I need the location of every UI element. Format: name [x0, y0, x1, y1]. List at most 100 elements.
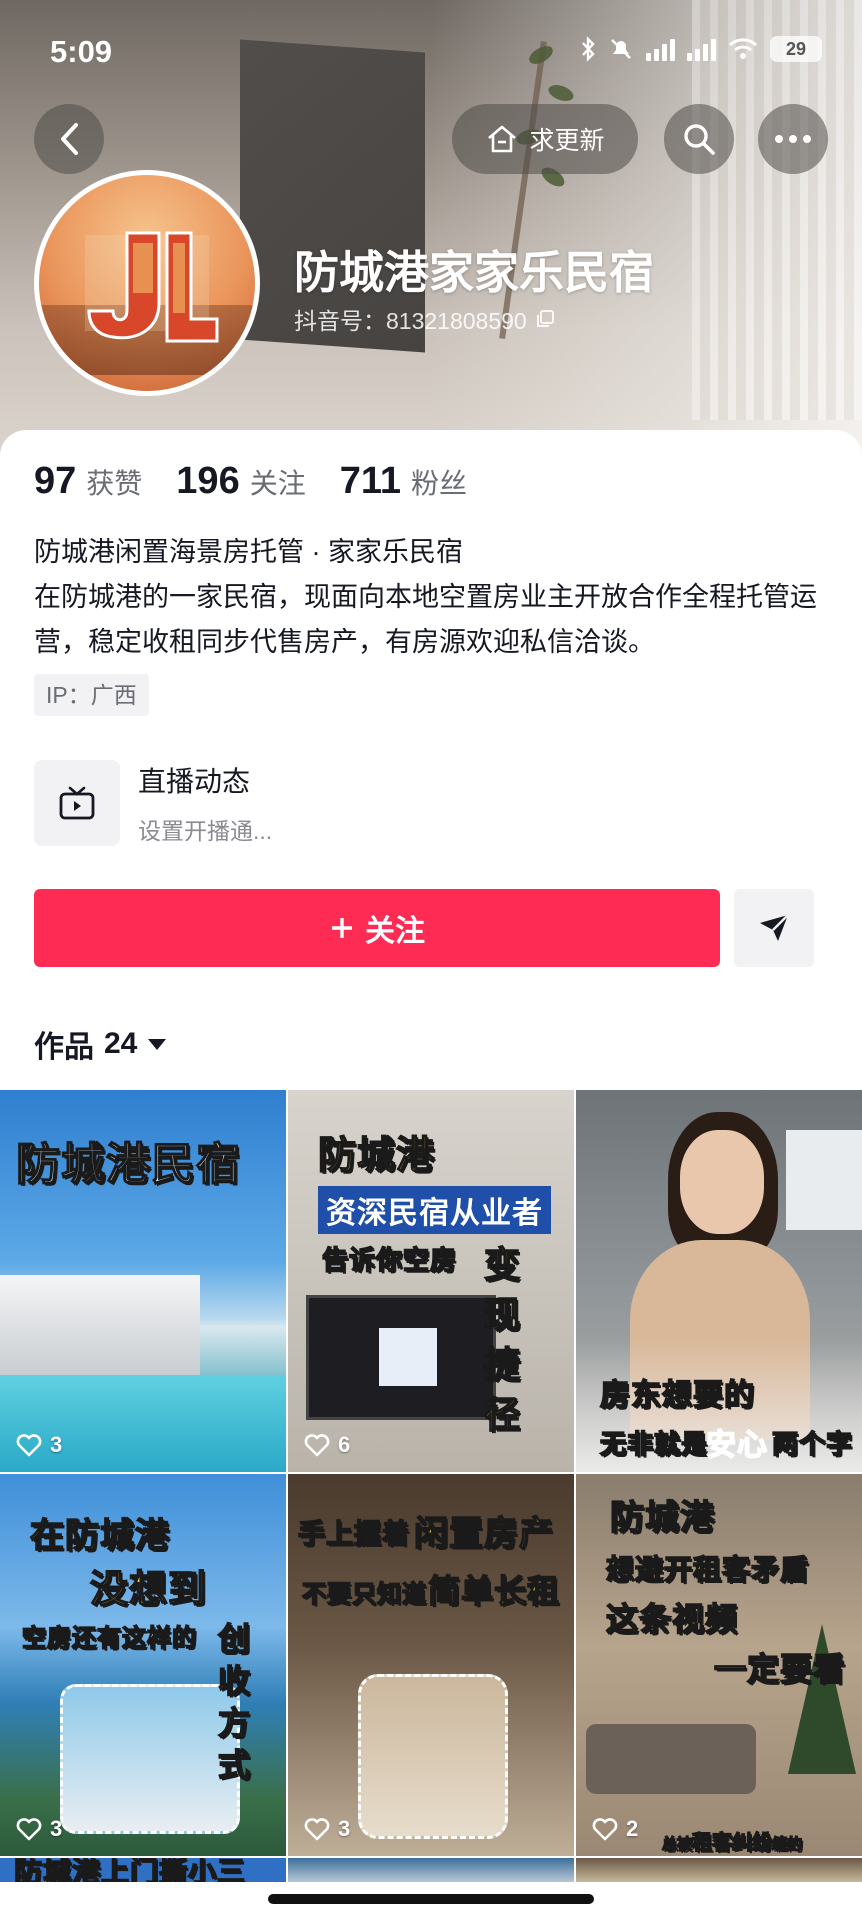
- profile-name: 防城港家家乐民宿: [294, 247, 655, 298]
- back-icon: [61, 123, 78, 155]
- video-tile[interactable]: 防城港民宿 3: [0, 1090, 286, 1472]
- video-caption: 方: [217, 1703, 252, 1743]
- copy-icon[interactable]: [535, 309, 555, 329]
- bio-line: 防城港闲置海景房托管 · 家家乐民宿: [34, 537, 463, 567]
- video-grid-next-row: 防城港上门撕小三: [0, 1858, 862, 1882]
- video-caption: 总被: [661, 1835, 693, 1854]
- video-caption: 这条视频: [605, 1599, 739, 1639]
- video-caption: 现: [483, 1294, 522, 1337]
- video-tile[interactable]: [576, 1858, 862, 1882]
- video-tile[interactable]: 防城港 资深民宿从业者 告诉你空房 变 现 捷 径 6: [288, 1090, 574, 1472]
- signal-icon: [687, 37, 716, 61]
- thumb-tv: [306, 1295, 496, 1420]
- heart-icon: [592, 1818, 618, 1841]
- house-icon: [488, 125, 517, 153]
- avatar[interactable]: [34, 170, 260, 396]
- caret-down-icon: [148, 1039, 167, 1050]
- douyin-id-text: 抖音号：81321808590: [294, 308, 527, 334]
- tv-icon: [59, 786, 95, 820]
- video-tile[interactable]: 手上握着 闲置房产 不要只知道 简单长租 3: [288, 1474, 574, 1856]
- more-button[interactable]: [758, 104, 828, 174]
- live-title: 直播动态: [138, 766, 251, 797]
- video-caption: 防城港: [609, 1497, 715, 1539]
- video-subcaption: 总被 租客纠纷 缠的: [661, 1826, 803, 1855]
- video-caption: 缠的: [771, 1835, 803, 1854]
- search-icon: [684, 124, 715, 155]
- stat-likes[interactable]: 97 获赞: [34, 460, 142, 503]
- video-caption: 防城港: [317, 1132, 436, 1178]
- like-count: 3: [304, 1816, 350, 1842]
- stat-label: 粉丝: [411, 468, 468, 499]
- wifi-icon: [728, 38, 758, 59]
- request-update-label: 求更新: [529, 127, 605, 155]
- like-count-value: 2: [626, 1816, 639, 1841]
- search-button[interactable]: [664, 104, 734, 174]
- works-count: 24: [104, 1027, 138, 1060]
- video-caption: 安心: [705, 1427, 768, 1464]
- thumb-building: [0, 1275, 200, 1375]
- mute-icon: [611, 39, 631, 59]
- video-caption: 房东想要的: [599, 1377, 755, 1414]
- video-caption: 两个字: [771, 1429, 854, 1461]
- like-count: 3: [16, 1432, 62, 1458]
- like-count: 6: [304, 1432, 350, 1458]
- video-tile[interactable]: 在防城港 没想到 空房还有这样的 创 收 方 式 3: [0, 1474, 286, 1856]
- like-count-value: 3: [50, 1816, 63, 1841]
- bluetooth-icon: [582, 36, 595, 62]
- like-count-value: 3: [50, 1432, 63, 1457]
- stat-followers[interactable]: 711 粉丝: [340, 460, 467, 503]
- video-caption: 防城港上门撕小三: [13, 1858, 247, 1882]
- thumb-window: [358, 1674, 508, 1839]
- thumb-sign: [786, 1130, 862, 1230]
- video-caption: 式: [217, 1745, 252, 1785]
- works-filter[interactable]: 作品 24: [34, 1022, 167, 1066]
- video-grid: 防城港民宿 3 防城港 资深民宿从业者 告诉你空房 变 现 捷 径 6 房东想要…: [0, 1090, 862, 1856]
- video-caption: 收: [217, 1661, 252, 1701]
- follow-label: 关注: [365, 915, 425, 948]
- home-indicator[interactable]: [268, 1894, 594, 1904]
- video-caption: 租客纠纷: [691, 1831, 773, 1855]
- like-count: 3: [16, 1816, 62, 1842]
- video-tile[interactable]: 房东想要的 无非就是 安心 两个字: [576, 1090, 862, 1472]
- video-caption: 创: [217, 1619, 252, 1659]
- video-caption: 告诉你空房: [321, 1245, 458, 1277]
- follow-button[interactable]: 关注: [34, 889, 720, 967]
- back-button[interactable]: [34, 104, 104, 174]
- request-update-button[interactable]: 求更新: [452, 104, 638, 174]
- video-tile[interactable]: [288, 1858, 574, 1882]
- heart-icon: [16, 1818, 42, 1841]
- douyin-id[interactable]: 抖音号：81321808590: [294, 302, 555, 336]
- stat-following[interactable]: 196 关注: [176, 460, 305, 503]
- stat-value: 711: [339, 460, 402, 502]
- stat-value: 97: [34, 460, 77, 502]
- video-caption: 空房还有这样的: [21, 1623, 197, 1653]
- video-caption: 捷: [483, 1344, 522, 1387]
- battery-icon: 29: [770, 36, 822, 62]
- like-count-value: 3: [338, 1816, 351, 1841]
- video-caption: 手上握着: [297, 1518, 410, 1551]
- video-caption: 防城港民宿: [15, 1138, 241, 1191]
- status-icons: 29: [580, 36, 822, 62]
- send-message-button[interactable]: [734, 889, 814, 967]
- video-caption: 闲置房产: [413, 1513, 554, 1555]
- more-icon: [775, 135, 811, 143]
- plus-icon: [332, 918, 352, 938]
- avatar-logo: [85, 231, 219, 343]
- video-caption: 没想到: [89, 1566, 208, 1612]
- video-tile[interactable]: 防城港上门撕小三: [0, 1858, 286, 1882]
- live-updates-entry[interactable]: 直播动态 设置开播通...: [34, 760, 272, 846]
- heart-icon: [304, 1818, 330, 1841]
- video-caption: 不要只知道: [301, 1579, 427, 1609]
- video-caption: 径: [483, 1394, 522, 1437]
- live-icon-box: [34, 760, 120, 846]
- video-caption: 简单长租: [427, 1571, 561, 1611]
- video-caption: 无非就是: [599, 1429, 709, 1461]
- profile-stats: 97 获赞 196 关注 711 粉丝: [34, 460, 467, 503]
- stat-label: 获赞: [86, 468, 143, 499]
- video-caption: 资深民宿从业者: [318, 1186, 551, 1234]
- ip-location-tag: IP：广西: [34, 674, 149, 716]
- profile-bio: 防城港闲置海景房托管 · 家家乐民宿 在防城港的一家民宿，现面向本地空置房业主开…: [34, 530, 834, 665]
- video-caption: 想避开租客矛盾: [605, 1552, 810, 1587]
- video-tile[interactable]: 防城港 想避开租客矛盾 这条视频 一定要看 总被 租客纠纷 缠的 2: [576, 1474, 862, 1856]
- like-count-value: 6: [338, 1432, 351, 1457]
